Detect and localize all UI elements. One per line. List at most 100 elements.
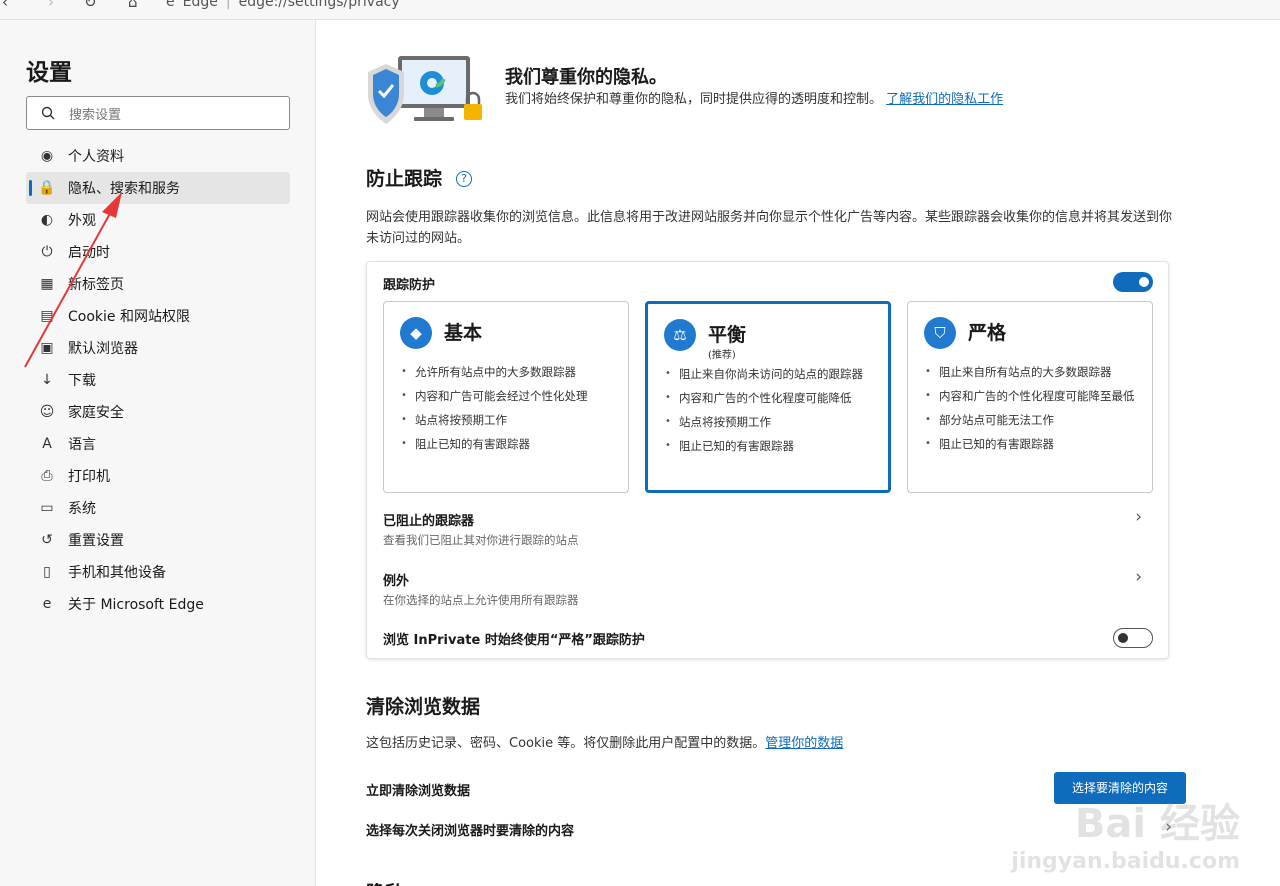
clear-on-close-label[interactable]: 选择每次关闭浏览器时要清除的内容 xyxy=(366,820,574,839)
sidebar-item-1[interactable]: 🔒 隐私、搜索和服务 xyxy=(26,172,290,204)
privacy-learn-more-link[interactable]: 了解我们的隐私工作 xyxy=(886,92,1003,107)
exceptions-title: 例外 xyxy=(383,574,410,589)
back-icon[interactable]: ‹ xyxy=(2,0,8,11)
inprivate-strict-label: 浏览 InPrivate 时始终使用“严格”跟踪防护 xyxy=(383,633,645,648)
sidebar-item-9[interactable]: A 语言 xyxy=(26,428,290,460)
tracking-toggle[interactable] xyxy=(1113,272,1153,292)
privacy-title: 我们尊重你的隐私。 xyxy=(505,67,667,88)
sidebar-item-label: 外观 xyxy=(68,213,96,229)
sidebar-item-3[interactable]: ⏻ 启动时 xyxy=(26,236,290,268)
option-subtitle: (推荐) xyxy=(708,350,736,361)
lock-icon: 🔒 xyxy=(38,180,56,196)
browser-toolbar: ‹ › ↻ ⌂ e Edge | edge://settings/privacy xyxy=(0,0,1280,20)
option-points: 阻止来自你尚未访问的站点的跟踪器内容和广告的个性化程度可能降低站点将按预期工作阻… xyxy=(663,366,888,462)
site-label: Edge xyxy=(182,0,218,10)
printer-icon: ⎙ xyxy=(41,468,53,484)
search-icon xyxy=(41,106,55,120)
tracking-option-1[interactable]: ⚖ 平衡 (推荐) 阻止来自你尚未访问的站点的跟踪器内容和广告的个性化程度可能降低站点… xyxy=(645,301,891,493)
default-browser-icon: ▣ xyxy=(40,340,54,356)
sidebar-item-6[interactable]: ▣ 默认浏览器 xyxy=(26,332,290,364)
help-icon[interactable]: ? xyxy=(456,171,473,187)
home-icon[interactable]: ⌂ xyxy=(128,0,138,11)
option-point: 阻止已知的有害跟踪器 xyxy=(399,436,624,452)
sidebar-item-2[interactable]: ◐ 外观 xyxy=(26,204,290,236)
tracking-toggle-label: 跟踪防护 xyxy=(383,278,436,293)
tracking-option-2[interactable]: ⛉ 严格阻止来自所有站点的大多数跟踪器内容和广告的个性化程度可能降至最低部分站点可… xyxy=(907,301,1153,493)
watermark-brand: Bai 经验 xyxy=(1074,801,1240,847)
address-bar[interactable]: e Edge | edge://settings/privacy xyxy=(166,0,400,10)
option-point: 内容和广告可能会经过个性化处理 xyxy=(399,388,624,404)
sidebar-item-label: 打印机 xyxy=(68,469,110,485)
privacy-section-partial-title: 隐私 xyxy=(366,878,404,886)
appearance-icon: ◐ xyxy=(40,212,54,228)
url-text: edge://settings/privacy xyxy=(238,0,400,10)
clear-now-label: 立即清除浏览数据 xyxy=(366,784,471,799)
option-point: 阻止已知的有害跟踪器 xyxy=(923,436,1148,452)
cookie-icon: ▤ xyxy=(40,308,54,324)
watermark-url: jingyan.baidu.com xyxy=(1011,849,1240,874)
tracking-option-0[interactable]: ◆ 基本允许所有站点中的大多数跟踪器内容和广告可能会经过个性化处理站点将按预期工作… xyxy=(383,301,629,493)
sidebar-item-label: 下载 xyxy=(68,373,96,389)
privacy-page: 我们尊重你的隐私。 我们将始终保护和尊重你的隐私，同时提供应得的透明度和控制。 … xyxy=(316,20,1280,886)
blocked-trackers-title: 已阻止的跟踪器 xyxy=(383,514,475,529)
sidebar-item-label: 新标签页 xyxy=(68,277,124,293)
sidebar-item-11[interactable]: ▭ 系统 xyxy=(26,492,290,524)
option-point: 允许所有站点中的大多数跟踪器 xyxy=(399,364,624,380)
watermark: Bai 经验 jingyan.baidu.com xyxy=(1011,791,1240,874)
family-icon: ☺ xyxy=(39,404,55,420)
option-title: 基本 xyxy=(444,322,483,344)
option-point: 站点将按预期工作 xyxy=(663,414,888,430)
option-point: 阻止已知的有害跟踪器 xyxy=(663,438,888,454)
scale-icon: ⚖ xyxy=(664,319,696,351)
privacy-illustration-icon xyxy=(368,56,482,124)
option-point: 阻止来自所有站点的大多数跟踪器 xyxy=(923,364,1148,380)
download-icon: ↓ xyxy=(41,372,53,388)
sidebar-item-label: Cookie 和网站权限 xyxy=(68,309,190,325)
manage-data-link[interactable]: 管理你的数据 xyxy=(765,736,843,751)
sidebar-item-12[interactable]: ↺ 重置设置 xyxy=(26,524,290,556)
sidebar-item-14[interactable]: e 关于 Microsoft Edge xyxy=(26,588,290,620)
sidebar-item-5[interactable]: ▤ Cookie 和网站权限 xyxy=(26,300,290,332)
address-separator: | xyxy=(225,0,231,10)
search-input[interactable]: 搜索设置 xyxy=(26,96,290,130)
sidebar-item-label: 个人资料 xyxy=(68,149,124,165)
sidebar-item-7[interactable]: ↓ 下载 xyxy=(26,364,290,396)
sidebar-item-0[interactable]: ◉ 个人资料 xyxy=(26,140,290,172)
new-tab-icon: ▦ xyxy=(40,276,54,292)
sidebar-item-label: 关于 Microsoft Edge xyxy=(68,597,204,613)
blocked-trackers-chevron-icon[interactable]: › xyxy=(1135,507,1142,527)
refresh-icon[interactable]: ↻ xyxy=(84,0,97,11)
sidebar-item-label: 默认浏览器 xyxy=(68,341,138,357)
clear-data-description: 这包括历史记录、密码、Cookie 等。将仅删除此用户配置中的数据。管理你的数据 xyxy=(366,733,1181,754)
tracking-description: 网站会使用跟踪器收集你的浏览信息。此信息将用于改进网站服务并向你显示个性化广告等… xyxy=(366,210,1173,246)
shield-icon: ⛉ xyxy=(924,317,956,349)
sidebar-item-label: 重置设置 xyxy=(68,533,124,549)
profile-icon: ◉ xyxy=(40,148,54,164)
sidebar-item-label: 语言 xyxy=(68,437,96,453)
privacy-description: 我们将始终保护和尊重你的隐私，同时提供应得的透明度和控制。 xyxy=(505,92,883,107)
settings-sidebar: 设置 搜索设置 ◉ 个人资料 🔒 隐私、搜索和服务 ◐ 外观 ⏻ 启动时 ▦ 新标签页 ▤ Cooki… xyxy=(0,20,316,886)
reset-icon: ↺ xyxy=(41,532,53,548)
search-placeholder: 搜索设置 xyxy=(69,107,122,123)
inprivate-strict-toggle[interactable] xyxy=(1113,628,1153,648)
exceptions-chevron-icon[interactable]: › xyxy=(1135,567,1142,587)
laptop-icon: ▭ xyxy=(40,500,54,516)
language-icon: A xyxy=(42,436,52,452)
forward-icon[interactable]: › xyxy=(48,0,54,11)
option-point: 部分站点可能无法工作 xyxy=(923,412,1148,428)
edge-logo-icon: e xyxy=(42,596,52,612)
option-points: 允许所有站点中的大多数跟踪器内容和广告可能会经过个性化处理站点将按预期工作阻止已… xyxy=(399,364,624,460)
blocked-trackers-sub: 查看我们已阻止其对你进行跟踪的站点 xyxy=(383,533,579,547)
sidebar-item-label: 家庭安全 xyxy=(68,405,124,421)
sidebar-item-13[interactable]: ▯ 手机和其他设备 xyxy=(26,556,290,588)
sidebar-item-8[interactable]: ☺ 家庭安全 xyxy=(26,396,290,428)
option-point: 阻止来自你尚未访问的站点的跟踪器 xyxy=(663,366,888,382)
tracking-prevention-card: 跟踪防护 ◆ 基本允许所有站点中的大多数跟踪器内容和广告可能会经过个性化处理站点将… xyxy=(366,261,1169,659)
sidebar-item-label: 隐私、搜索和服务 xyxy=(68,181,180,197)
basic-shapes-icon: ◆ xyxy=(400,317,432,349)
sidebar-item-4[interactable]: ▦ 新标签页 xyxy=(26,268,290,300)
settings-title: 设置 xyxy=(26,60,72,86)
tracking-section-title: 防止跟踪? xyxy=(366,164,473,191)
sidebar-item-10[interactable]: ⎙ 打印机 xyxy=(26,460,290,492)
privacy-banner: 我们尊重你的隐私。 我们将始终保护和尊重你的隐私，同时提供应得的透明度和控制。 … xyxy=(364,54,1044,134)
